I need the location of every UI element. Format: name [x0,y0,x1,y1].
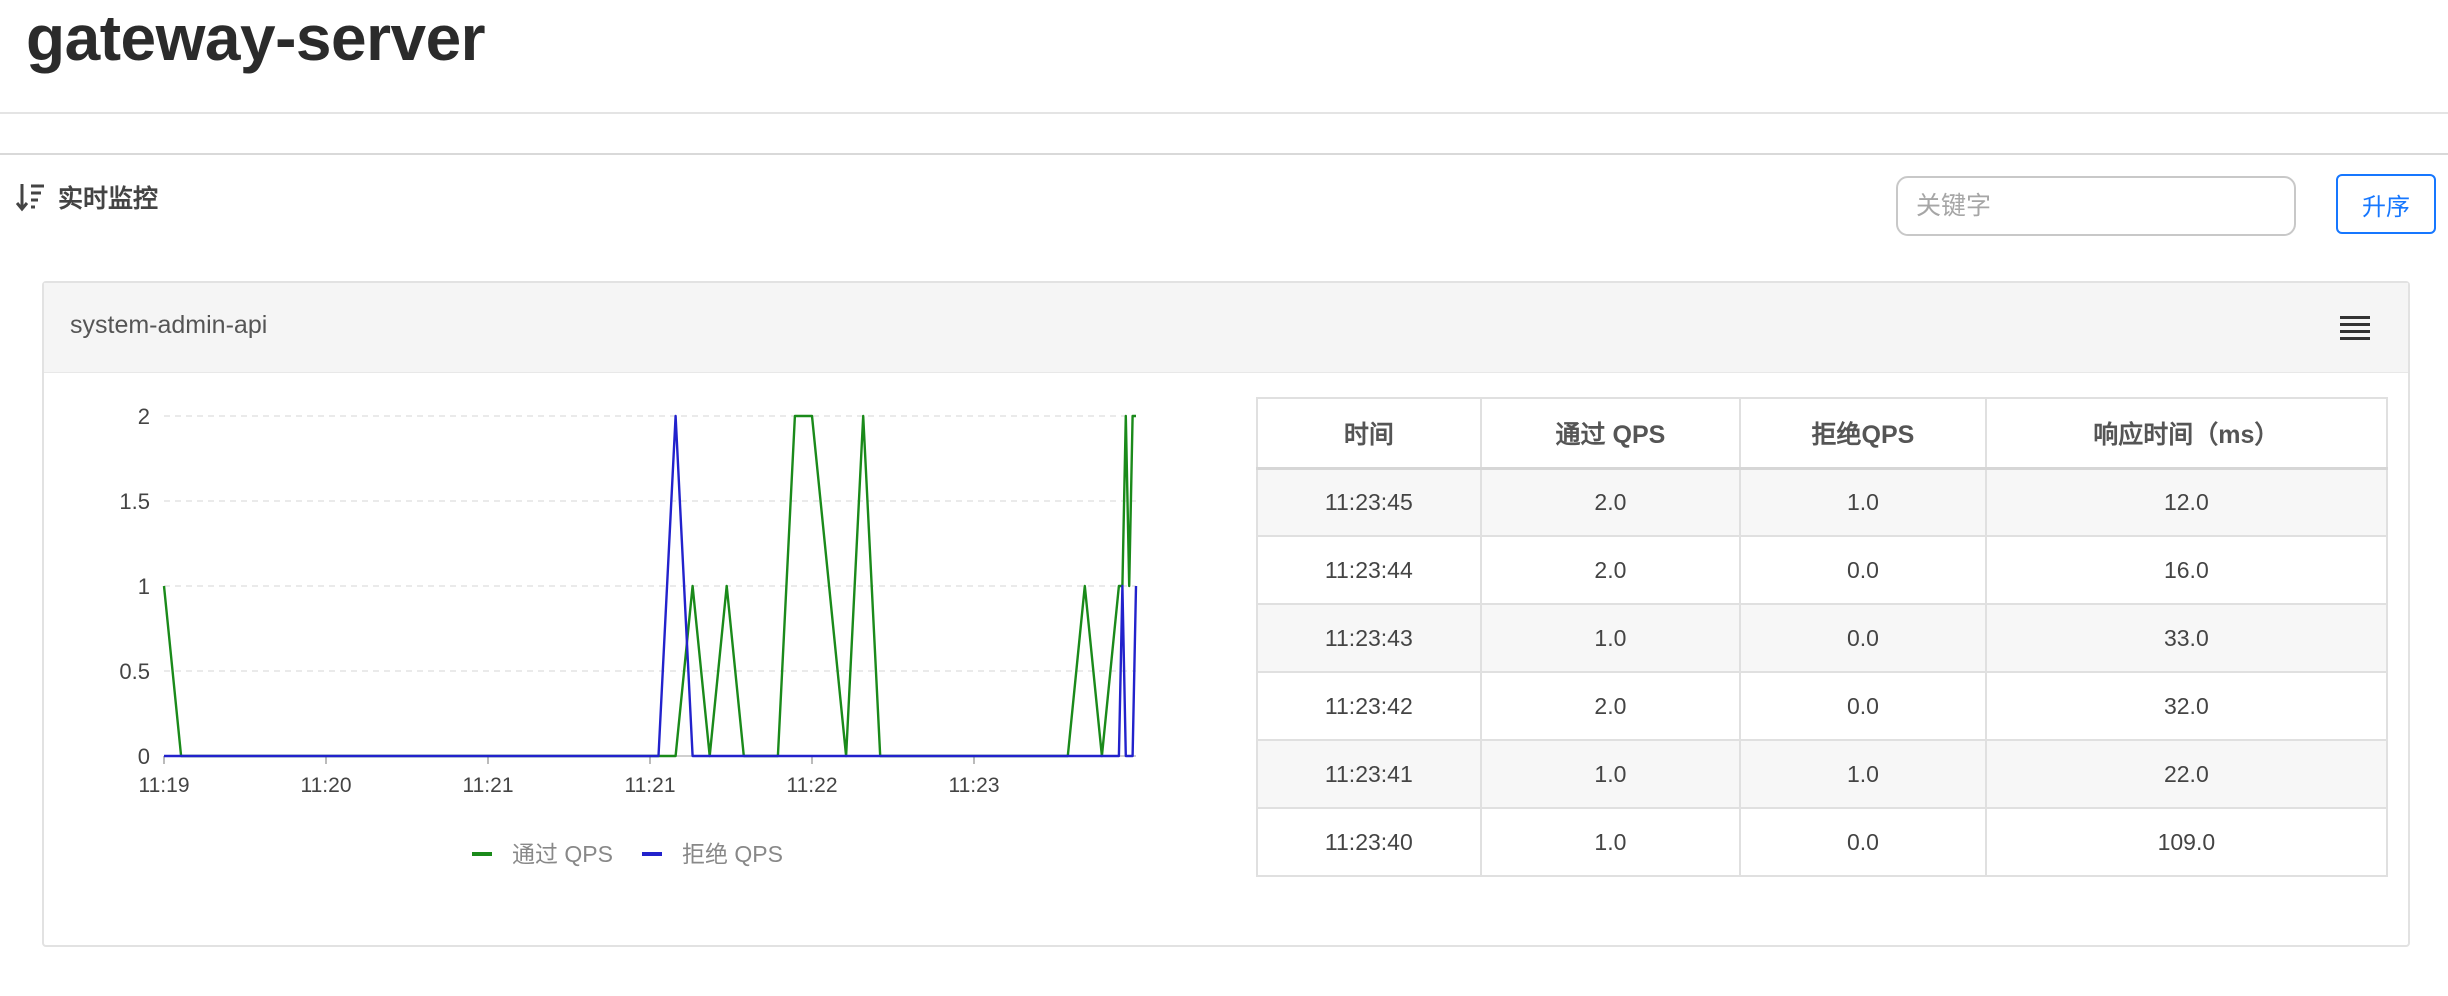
column-header-response-time[interactable]: 响应时间（ms） [1984,397,2389,470]
y-tick-label: 2 [138,404,150,429]
cell-block-qps: 1.0 [1739,467,1987,537]
section-title: 实时监控 [58,185,159,213]
cell-pass-qps: 2.0 [1479,671,1742,741]
cell-response-time: 109.0 [1984,807,2389,877]
app-title: gateway-server [26,2,486,74]
cell-response-time: 16.0 [1984,535,2389,605]
chart-y-ticks: 0 0.5 1 1.5 2 [119,404,150,769]
cell-block-qps: 0.0 [1739,671,1987,741]
x-tick-label: 11:19 [139,774,190,797]
y-tick-label: 1.5 [119,489,150,514]
chart-grid [164,415,1136,757]
table-row: 11:23:42 2.0 0.0 32.0 [1256,671,2389,741]
chart-legend[interactable]: 通过 QPS 拒绝 QPS [472,841,783,867]
cell-time: 11:23:41 [1256,739,1482,809]
table-header-row: 时间 通过 QPS 拒绝QPS 响应时间（ms） [1256,397,2389,470]
y-tick-label: 1 [138,574,150,599]
panel-title: system-admin-api [70,311,268,339]
cell-pass-qps: 2.0 [1479,467,1742,537]
cell-pass-qps: 1.0 [1479,603,1742,673]
x-tick-label: 11:21 [463,774,514,797]
chart-x-ticks: 11:19 11:20 11:21 11:21 11:22 11:23 [139,756,1000,797]
table-row: 11:23:45 2.0 1.0 12.0 [1256,467,2389,537]
x-tick-label: 11:23 [949,774,1000,797]
sort-descending-icon [16,184,44,212]
x-tick-label: 11:22 [787,774,838,797]
column-header-block-qps[interactable]: 拒绝QPS [1739,397,1987,470]
section-header: 实时监控 [16,180,158,214]
cell-time: 11:23:45 [1256,467,1482,537]
toolbar-divider [0,153,2448,155]
x-tick-label: 11:20 [301,774,352,797]
legend-swatch [642,852,662,856]
cell-block-qps: 0.0 [1739,807,1987,877]
y-tick-label: 0.5 [119,659,150,684]
cell-block-qps: 0.0 [1739,535,1987,605]
cell-response-time: 32.0 [1984,671,2389,741]
cell-response-time: 12.0 [1984,467,2389,537]
y-tick-label: 0 [138,744,150,769]
cell-time: 11:23:40 [1256,807,1482,877]
cell-pass-qps: 1.0 [1479,739,1742,809]
panel-header: system-admin-api [44,283,2408,373]
cell-response-time: 22.0 [1984,739,2389,809]
column-header-pass-qps[interactable]: 通过 QPS [1479,397,1742,470]
legend-label: 拒绝 QPS [682,841,783,867]
legend-label: 通过 QPS [512,841,613,867]
keyword-search-input[interactable] [1896,176,2296,236]
table-row: 11:23:44 2.0 0.0 16.0 [1256,535,2389,605]
qps-line-chart: 0 0.5 1 1.5 2 11:19 11:20 11:21 11:21 11:22 11:23… [119,404,1138,867]
column-header-time[interactable]: 时间 [1256,397,1482,470]
cell-pass-qps: 1.0 [1479,807,1742,877]
cell-pass-qps: 2.0 [1479,535,1742,605]
legend-item-block-qps[interactable]: 拒绝 QPS [642,841,783,867]
table-row: 11:23:40 1.0 0.0 109.0 [1256,807,2389,877]
cell-time: 11:23:43 [1256,603,1482,673]
legend-swatch [472,852,492,856]
sort-ascending-button[interactable]: 升序 [2336,174,2436,234]
cell-time: 11:23:44 [1256,535,1482,605]
table-row: 11:23:41 1.0 1.0 22.0 [1256,739,2389,809]
cell-response-time: 33.0 [1984,603,2389,673]
cell-block-qps: 0.0 [1739,603,1987,673]
menu-icon[interactable] [2340,315,2370,341]
legend-item-pass-qps[interactable]: 通过 QPS [472,841,613,867]
cell-block-qps: 1.0 [1739,739,1987,809]
x-tick-label: 11:21 [625,774,676,797]
qps-table: 时间 通过 QPS 拒绝QPS 响应时间（ms） 11:23:45 2.0 1.… [1256,397,2389,877]
table-row: 11:23:43 1.0 0.0 33.0 [1256,603,2389,673]
cell-time: 11:23:42 [1256,671,1482,741]
header-divider [0,112,2448,114]
